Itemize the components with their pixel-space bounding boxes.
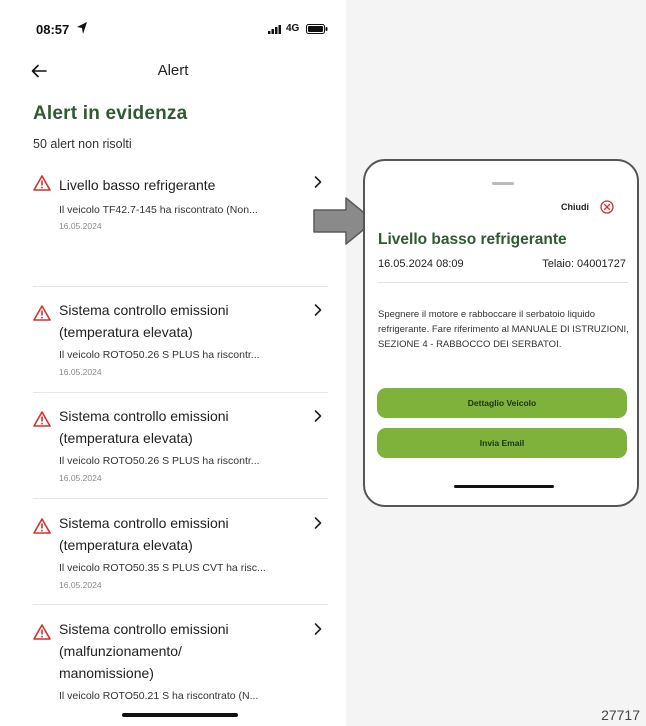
alert-title: Sistema controllo emissioni (temperatura… bbox=[59, 302, 229, 340]
divider bbox=[378, 282, 628, 283]
figure-id: 27717 bbox=[601, 707, 640, 723]
divider bbox=[33, 604, 328, 605]
chevron-right-icon bbox=[314, 623, 322, 635]
alert-date: 16.05.2024 bbox=[59, 221, 102, 231]
alert-item[interactable]: Sistema controllo emissioni (temperatura… bbox=[0, 509, 346, 605]
status-time: 08:57 bbox=[36, 22, 70, 37]
location-arrow-icon bbox=[77, 22, 87, 34]
alert-description: Il veicolo ROTO50.35 S PLUS CVT ha risc.… bbox=[59, 562, 266, 574]
alert-description: Il veicolo TF42.7-145 ha riscontrato (No… bbox=[59, 204, 258, 216]
alert-item[interactable]: Sistema controllo emissioni (temperatura… bbox=[0, 296, 346, 392]
alert-item[interactable]: Sistema controllo emissioni (malfunziona… bbox=[0, 615, 346, 715]
warning-icon bbox=[33, 518, 51, 534]
phone-screen: 08:57 4G Alert Alert in evidenza 50 aler… bbox=[0, 0, 346, 726]
unresolved-count: 50 alert non risolti bbox=[33, 137, 132, 151]
alert-title: Sistema controllo emissioni (temperatura… bbox=[59, 515, 229, 553]
battery-icon bbox=[306, 24, 328, 34]
warning-icon bbox=[33, 624, 51, 640]
alert-item[interactable]: Livello basso refrigerante Il veicolo TF… bbox=[0, 170, 346, 286]
sheet-handle[interactable] bbox=[492, 182, 514, 185]
detail-chassis: Telaio: 04001727 bbox=[542, 258, 626, 270]
warning-icon bbox=[33, 175, 51, 191]
alert-date: 16.05.2024 bbox=[59, 473, 102, 483]
alert-title: Sistema controllo emissioni (temperatura… bbox=[59, 408, 229, 446]
warning-icon bbox=[33, 305, 51, 321]
alert-description: Il veicolo ROTO50.26 S PLUS ha riscontr.… bbox=[59, 455, 260, 467]
alert-date: 16.05.2024 bbox=[59, 580, 102, 590]
alert-title: Sistema controllo emissioni (malfunziona… bbox=[59, 621, 229, 681]
chevron-right-icon bbox=[314, 410, 322, 422]
divider bbox=[33, 286, 328, 287]
warning-icon bbox=[33, 411, 51, 427]
detail-title: Livello basso refrigerante bbox=[378, 231, 567, 248]
alert-detail-sheet: Chiudi Livello basso refrigerante 16.05.… bbox=[363, 159, 639, 507]
alert-description: Il veicolo ROTO50.21 S ha riscontrato (N… bbox=[59, 690, 259, 702]
alert-date: 16.05.2024 bbox=[59, 367, 102, 377]
nav-title: Alert bbox=[157, 62, 189, 79]
detail-datetime: 16.05.2024 08:09 bbox=[378, 258, 464, 270]
close-circle-icon[interactable] bbox=[600, 200, 614, 214]
close-label[interactable]: Chiudi bbox=[561, 202, 589, 212]
signal-icon bbox=[268, 25, 281, 34]
chevron-right-icon bbox=[314, 176, 322, 188]
send-email-button[interactable]: Invia Email bbox=[377, 428, 627, 458]
network-label: 4G bbox=[286, 23, 300, 34]
alert-item[interactable]: Sistema controllo emissioni (temperatura… bbox=[0, 402, 346, 498]
chevron-right-icon bbox=[314, 517, 322, 529]
alert-description: Il veicolo ROTO50.26 S PLUS ha riscontr.… bbox=[59, 349, 260, 361]
alert-title: Livello basso refrigerante bbox=[59, 177, 216, 193]
home-indicator bbox=[122, 713, 238, 717]
divider bbox=[33, 498, 328, 499]
vehicle-detail-button[interactable]: Dettaglio Veicolo bbox=[377, 388, 627, 418]
chevron-right-icon bbox=[314, 304, 322, 316]
section-title: Alert in evidenza bbox=[33, 103, 188, 124]
divider bbox=[33, 392, 328, 393]
home-indicator bbox=[454, 485, 554, 488]
detail-body: Spegnere il motore e rabboccare il serba… bbox=[378, 309, 629, 350]
